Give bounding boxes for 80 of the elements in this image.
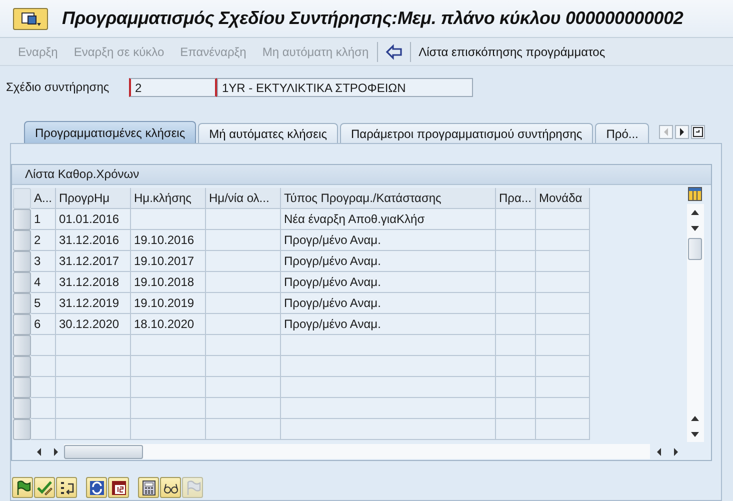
table-cell: 19.10.2016 xyxy=(131,230,206,251)
table-cell xyxy=(536,314,590,335)
refresh-icon[interactable] xyxy=(86,477,107,498)
table-cell xyxy=(31,335,56,356)
table-cell: Προγρ/μένο Αναμ. xyxy=(281,272,496,293)
glasses-icon[interactable] xyxy=(160,477,181,498)
tab[interactable]: Παράμετροι προγραμματισμού συντήρησης xyxy=(340,123,594,143)
table-cell: 4 xyxy=(31,272,56,293)
table-cell: 19.10.2019 xyxy=(131,293,206,314)
table-cell xyxy=(31,377,56,398)
table-cell: 2 xyxy=(31,230,56,251)
table-cell: 6 xyxy=(31,314,56,335)
system-menu-button[interactable] xyxy=(13,8,48,30)
table-cell: 1 xyxy=(31,209,56,230)
table-cell xyxy=(31,419,56,440)
table-cell xyxy=(536,272,590,293)
table-cell xyxy=(536,356,590,377)
scrollbar-thumb[interactable] xyxy=(64,444,143,458)
table-cell: 31.12.2016 xyxy=(56,230,131,251)
check-pencil-icon[interactable] xyxy=(34,477,55,498)
table-cell xyxy=(536,230,590,251)
table-cell: 3 xyxy=(31,251,56,272)
column-header[interactable]: Α... xyxy=(31,188,56,209)
table-cell xyxy=(496,230,536,251)
table-cell xyxy=(496,251,536,272)
table-cell xyxy=(496,272,536,293)
scrollbar-thumb[interactable] xyxy=(688,238,702,260)
table-cell xyxy=(496,314,536,335)
toolbar-button[interactable]: Λίστα επισκόπησης προγράμματος xyxy=(410,42,614,62)
plan-description-field: 1YR - ΕΚΤΥΛΙΚΤΙΚΑ ΣΤΡΟΦΕΙΩΝ xyxy=(217,78,473,96)
maintenance-plan-field[interactable]: 2 xyxy=(129,78,217,96)
table-cell xyxy=(496,293,536,314)
table-cell xyxy=(536,377,590,398)
tab[interactable]: Προγραμματισμένες κλήσεις xyxy=(24,121,196,143)
table-cell xyxy=(31,398,56,419)
table-cell: Προγρ/μένο Αναμ. xyxy=(281,230,496,251)
table-cell xyxy=(496,377,536,398)
table-cell xyxy=(496,398,536,419)
scroll-right-icon[interactable] xyxy=(675,125,690,139)
table-cell: Προγρ/μένο Αναμ. xyxy=(281,251,496,272)
table-cell: 01.01.2016 xyxy=(56,209,131,230)
table-cell: 30.12.2020 xyxy=(56,314,131,335)
table-cell xyxy=(536,209,590,230)
table-cell xyxy=(496,419,536,440)
table-cell xyxy=(496,335,536,356)
table-cell: Προγρ/μένο Αναμ. xyxy=(281,314,496,335)
table-cell xyxy=(496,356,536,377)
window-menu-icon xyxy=(20,10,42,26)
table-cell: 31.12.2019 xyxy=(56,293,131,314)
table-cell xyxy=(31,356,56,377)
column-header[interactable]: ΠρογρΗμ xyxy=(56,188,131,209)
table-cell: 19.10.2017 xyxy=(131,251,206,272)
table-cell: 31.12.2017 xyxy=(56,251,131,272)
table-cell xyxy=(536,293,590,314)
window-title: Προγραμματισμός Σχεδίου Συντήρησης:Μεμ. πλάνο κύκλου 000000000002 xyxy=(62,8,684,29)
column-header[interactable]: Πρα... xyxy=(496,188,536,209)
table-cell xyxy=(496,209,536,230)
column-header[interactable]: Μονάδα xyxy=(536,188,590,209)
table-cell: Νέα έναρξη Αποθ.γιαΚλήσ xyxy=(281,209,496,230)
column-header[interactable]: Τύπος Προγραμ./Κατάστασης xyxy=(281,188,496,209)
table-cell: 19.10.2018 xyxy=(131,272,206,293)
field-label: Σχέδιο συντήρησης xyxy=(6,80,110,94)
table-cell xyxy=(536,419,590,440)
flag-icon[interactable] xyxy=(12,477,33,498)
tab-list-icon[interactable] xyxy=(691,125,706,139)
table-cell xyxy=(536,251,590,272)
tab[interactable]: Μή αυτόματες κλήσεις xyxy=(198,123,338,143)
column-header[interactable]: Ημ/νία ολ... xyxy=(206,188,281,209)
table-cell: 18.10.2020 xyxy=(131,314,206,335)
calendar-icon[interactable] xyxy=(108,477,129,498)
tab[interactable]: Πρό... xyxy=(595,123,650,143)
table-cell: 31.12.2018 xyxy=(56,272,131,293)
column-header[interactable]: Ημ.κλήσης xyxy=(131,188,206,209)
table-cell: 5 xyxy=(31,293,56,314)
column-settings-icon[interactable] xyxy=(688,187,702,201)
calculator-icon[interactable] xyxy=(138,477,159,498)
table-title: Λίστα Καθορ.Χρόνων xyxy=(12,165,711,185)
table-cell: Προγρ/μένο Αναμ. xyxy=(281,293,496,314)
table-cell xyxy=(536,335,590,356)
table-cell xyxy=(536,398,590,419)
